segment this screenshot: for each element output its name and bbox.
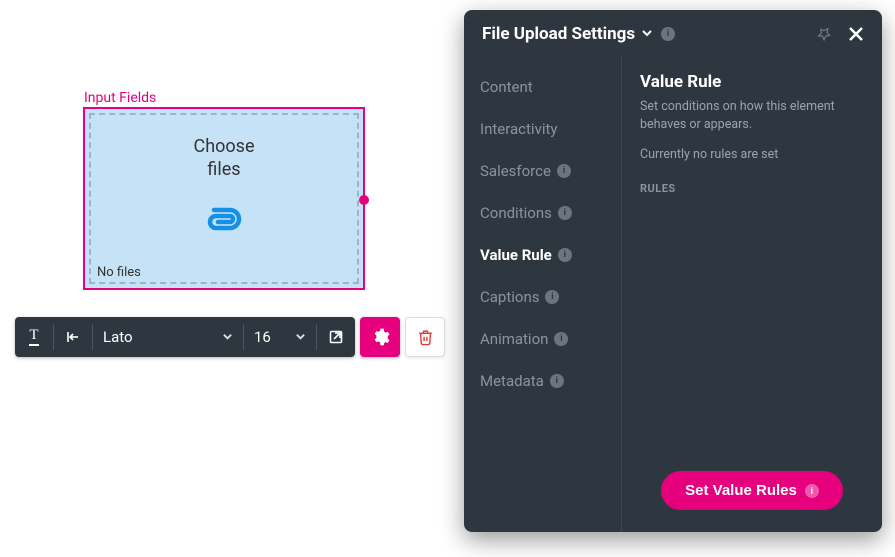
choose-files-label-line2: files [207, 158, 240, 181]
tab-animation[interactable]: Animationi [464, 320, 621, 358]
info-icon: i [558, 206, 572, 220]
info-icon: i [550, 374, 564, 388]
info-icon: i [557, 164, 571, 178]
tab-captions[interactable]: Captionsi [464, 278, 621, 316]
font-size-select[interactable]: 16 [244, 328, 316, 346]
attachment-icon [204, 204, 244, 238]
choose-files-label-line1: Choose [194, 135, 255, 158]
file-upload-widget[interactable]: Choose files No files [83, 107, 365, 290]
content-heading: Value Rule [640, 72, 864, 92]
set-value-rules-button[interactable]: Set Value Rules i [661, 471, 843, 510]
rules-section-label: RULES [640, 182, 864, 195]
resize-handle-right[interactable] [359, 195, 369, 205]
info-icon: i [554, 332, 568, 346]
panel-title-dropdown[interactable]: File Upload Settings [482, 24, 653, 44]
rules-status: Currently no rules are set [640, 147, 864, 162]
chevron-down-icon [641, 27, 653, 42]
settings-button[interactable] [360, 317, 400, 357]
info-icon: i [545, 290, 559, 304]
element-toolbar: T Lato 16 [15, 317, 445, 357]
open-external-button[interactable] [317, 329, 355, 345]
tab-interactivity[interactable]: Interactivity [464, 110, 621, 148]
tab-value-rule[interactable]: Value Rulei [464, 236, 621, 274]
align-left-button[interactable] [54, 329, 92, 345]
pin-button[interactable] [812, 22, 836, 46]
font-family-select[interactable]: Lato [93, 328, 243, 346]
info-icon: i [805, 484, 819, 498]
info-icon: i [558, 248, 572, 262]
panel-tab-list: Content Interactivity Salesforcei Condit… [464, 56, 622, 532]
panel-content: Value Rule Set conditions on how this el… [622, 56, 882, 532]
chevron-down-icon [222, 328, 233, 346]
chevron-down-icon [295, 328, 306, 346]
close-button[interactable] [844, 22, 868, 46]
panel-title-text: File Upload Settings [482, 24, 635, 44]
font-family-value: Lato [103, 328, 133, 346]
text-style-button[interactable]: T [15, 328, 53, 346]
content-description: Set conditions on how this element behav… [640, 98, 864, 133]
no-files-label: No files [97, 265, 141, 280]
panel-header: File Upload Settings i [464, 10, 882, 56]
tab-conditions[interactable]: Conditionsi [464, 194, 621, 232]
set-value-rules-label: Set Value Rules [685, 482, 797, 499]
settings-panel: File Upload Settings i Content Interacti… [464, 10, 882, 532]
tab-salesforce[interactable]: Salesforcei [464, 152, 621, 190]
info-icon[interactable]: i [661, 27, 675, 41]
font-size-value: 16 [254, 328, 271, 346]
delete-button[interactable] [405, 317, 445, 357]
tab-content[interactable]: Content [464, 68, 621, 106]
canvas-group-label: Input Fields [84, 90, 156, 106]
tab-metadata[interactable]: Metadatai [464, 362, 621, 400]
